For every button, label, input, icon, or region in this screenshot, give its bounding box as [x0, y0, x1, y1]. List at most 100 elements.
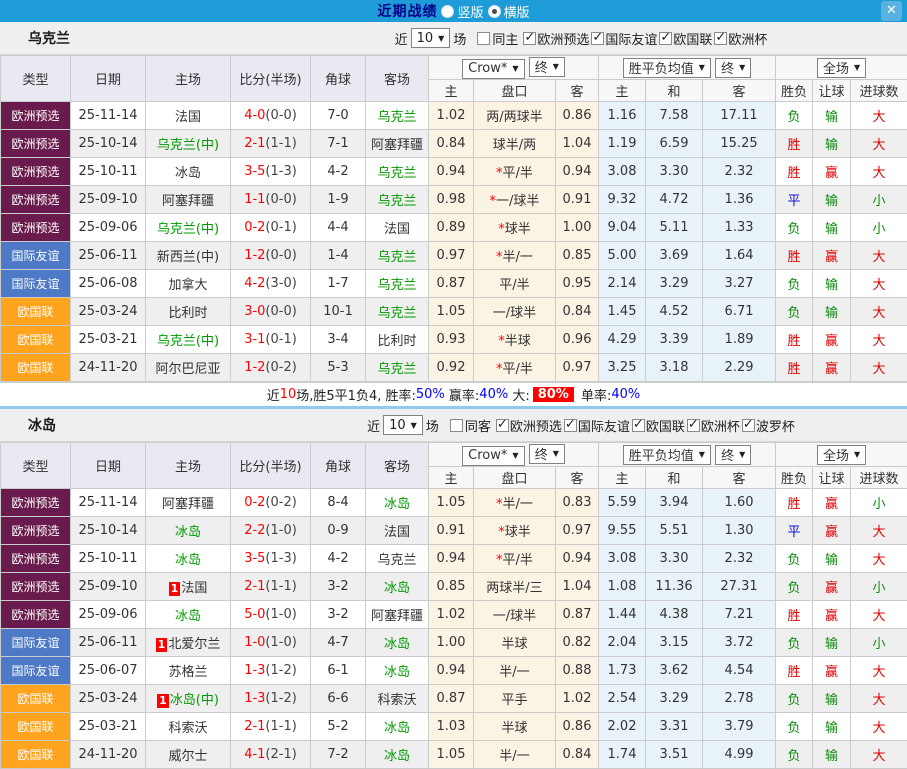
- cell-handicap: 球半/两: [474, 130, 556, 158]
- col-header-handicap: 盘口: [474, 467, 556, 489]
- col-header-wdl: 胜负: [776, 80, 813, 102]
- scope-select[interactable]: 全场 ▼: [817, 58, 866, 78]
- competition-filter-label: 欧洲杯: [701, 416, 740, 435]
- cell-away-odds: 1.00: [556, 214, 599, 242]
- chevron-down-icon: ▼: [699, 63, 705, 72]
- final-odds-select[interactable]: 终 ▼: [529, 57, 565, 77]
- cell-home-odds: 0.92: [429, 354, 474, 382]
- competition-filter[interactable]: 波罗杯: [740, 416, 795, 435]
- final-odds-select[interactable]: 终 ▼: [529, 444, 565, 464]
- cell-handicap: *平/半: [474, 158, 556, 186]
- cell-result-handicap: 赢: [813, 158, 851, 186]
- close-icon[interactable]: ✕: [881, 1, 902, 21]
- fulltime-score: 3-5: [244, 551, 265, 566]
- checkbox-checked-icon[interactable]: [496, 419, 509, 432]
- cell-score: 3-5(1-3): [231, 545, 311, 573]
- cell-corners: 6-6: [311, 685, 366, 713]
- table-row: 欧洲预选 25-09-06 乌克兰(中) 0-2(0-1) 4-4 法国 0.8…: [1, 214, 907, 242]
- cell-away-odds: 0.86: [556, 102, 599, 130]
- same-home-checkbox[interactable]: [477, 32, 490, 45]
- bookmaker-select[interactable]: Crow* ▼: [462, 59, 524, 79]
- fulltime-score: 4-2: [244, 276, 265, 291]
- recent-count-select[interactable]: 10 ▼: [411, 28, 451, 48]
- cell-home-team: 冰岛: [146, 158, 231, 186]
- cell-result-wdl: 负: [776, 573, 813, 601]
- same-away-label: 同客: [465, 416, 491, 435]
- cell-result-handicap: 输: [813, 298, 851, 326]
- cell-competition-type: 国际友谊: [1, 270, 71, 298]
- home-team-name: 比利时: [168, 306, 207, 321]
- scope-select-value: 全场: [823, 445, 849, 464]
- same-away-checkbox[interactable]: [450, 419, 463, 432]
- fulltime-score: 1-3: [244, 663, 265, 678]
- cell-avg-draw: 3.29: [646, 685, 703, 713]
- cell-home-team: 阿尔巴尼亚: [146, 354, 231, 382]
- cell-date: 25-09-10: [71, 573, 146, 601]
- cell-home-odds: 0.94: [429, 545, 474, 573]
- home-team-name: 冰岛(中): [170, 693, 219, 708]
- cell-corners: 5-3: [311, 354, 366, 382]
- avg-select[interactable]: 胜平负均值 ▼: [623, 445, 711, 465]
- summary-part: 赢率:: [445, 385, 480, 404]
- scope-select[interactable]: 全场 ▼: [817, 445, 866, 465]
- competition-filter[interactable]: 欧洲杯: [712, 29, 767, 48]
- cell-home-team: 冰岛: [146, 601, 231, 629]
- col-header-let: 让球: [813, 80, 851, 102]
- avg-select-value: 胜平负均值: [629, 445, 694, 464]
- checkbox-checked-icon[interactable]: [591, 32, 604, 45]
- halftime-score: (1-2): [265, 691, 296, 706]
- cell-competition-type: 国际友谊: [1, 657, 71, 685]
- cell-result-goals: 大: [851, 158, 907, 186]
- competition-filter[interactable]: 欧国联: [657, 29, 712, 48]
- cell-avg-home: 4.29: [599, 326, 646, 354]
- competition-filter[interactable]: 欧国联: [630, 416, 685, 435]
- cell-corners: 4-2: [311, 158, 366, 186]
- layout-radio-vertical[interactable]: 竖版: [441, 2, 483, 21]
- near-label: 近: [367, 416, 380, 435]
- halftime-score: (1-3): [265, 551, 296, 566]
- away-team-name: 冰岛: [384, 749, 410, 764]
- final-avg-select[interactable]: 终 ▼: [715, 445, 751, 465]
- title-bar: 近期战绩 竖版 横版 ✕: [0, 0, 907, 22]
- col-header-date: 日期: [71, 443, 146, 489]
- checkbox-checked-icon[interactable]: [523, 32, 536, 45]
- recent-count-select[interactable]: 10 ▼: [383, 415, 423, 435]
- checkbox-checked-icon[interactable]: [742, 419, 755, 432]
- layout-radio-horizontal[interactable]: 横版: [488, 2, 530, 21]
- cell-away-team: 阿塞拜疆: [366, 601, 429, 629]
- competition-filter[interactable]: 国际友谊: [562, 416, 630, 435]
- bookmaker-select[interactable]: Crow* ▼: [462, 446, 524, 466]
- cell-avg-away: 4.99: [703, 741, 776, 769]
- checkbox-checked-icon[interactable]: [632, 419, 645, 432]
- competition-filter[interactable]: 欧洲预选: [494, 416, 562, 435]
- competition-filter[interactable]: 欧洲杯: [685, 416, 740, 435]
- cell-result-goals: 大: [851, 270, 907, 298]
- final-avg-select[interactable]: 终 ▼: [715, 58, 751, 78]
- same-home-label: 同主: [492, 29, 518, 48]
- cell-away-team: 冰岛: [366, 629, 429, 657]
- table-row: 欧国联 25-03-21 乌克兰(中) 3-1(0-1) 3-4 比利时 0.9…: [1, 326, 907, 354]
- checkbox-checked-icon[interactable]: [564, 419, 577, 432]
- competition-filter[interactable]: 欧洲预选: [521, 29, 589, 48]
- checkbox-checked-icon[interactable]: [687, 419, 700, 432]
- cell-away-odds: 0.82: [556, 629, 599, 657]
- avg-select[interactable]: 胜平负均值 ▼: [623, 58, 711, 78]
- handicap-value: 两球半/三: [486, 581, 542, 596]
- checkbox-checked-icon[interactable]: [714, 32, 727, 45]
- competition-filter[interactable]: 国际友谊: [589, 29, 657, 48]
- checkbox-checked-icon[interactable]: [659, 32, 672, 45]
- cell-result-wdl: 负: [776, 102, 813, 130]
- halftime-score: (1-1): [265, 579, 296, 594]
- summary-bar: 近 10 场,胜5平1负4, 胜率: 50% 赢率: 40% 大: 80% 单率…: [0, 382, 907, 406]
- cell-corners: 3-2: [311, 601, 366, 629]
- section-header: 冰岛 近 10 ▼ 场 同客 欧洲预选 国际友谊: [0, 409, 907, 442]
- home-team-name: 阿塞拜疆: [162, 497, 214, 512]
- cell-avg-home: 9.32: [599, 186, 646, 214]
- cell-home-team: 1法国: [146, 573, 231, 601]
- cell-competition-type: 欧洲预选: [1, 517, 71, 545]
- cell-away-odds: 0.85: [556, 242, 599, 270]
- cell-corners: 1-9: [311, 186, 366, 214]
- cell-score: 0-2(0-1): [231, 214, 311, 242]
- summary-part: 40%: [479, 387, 508, 402]
- cell-avg-draw: 7.58: [646, 102, 703, 130]
